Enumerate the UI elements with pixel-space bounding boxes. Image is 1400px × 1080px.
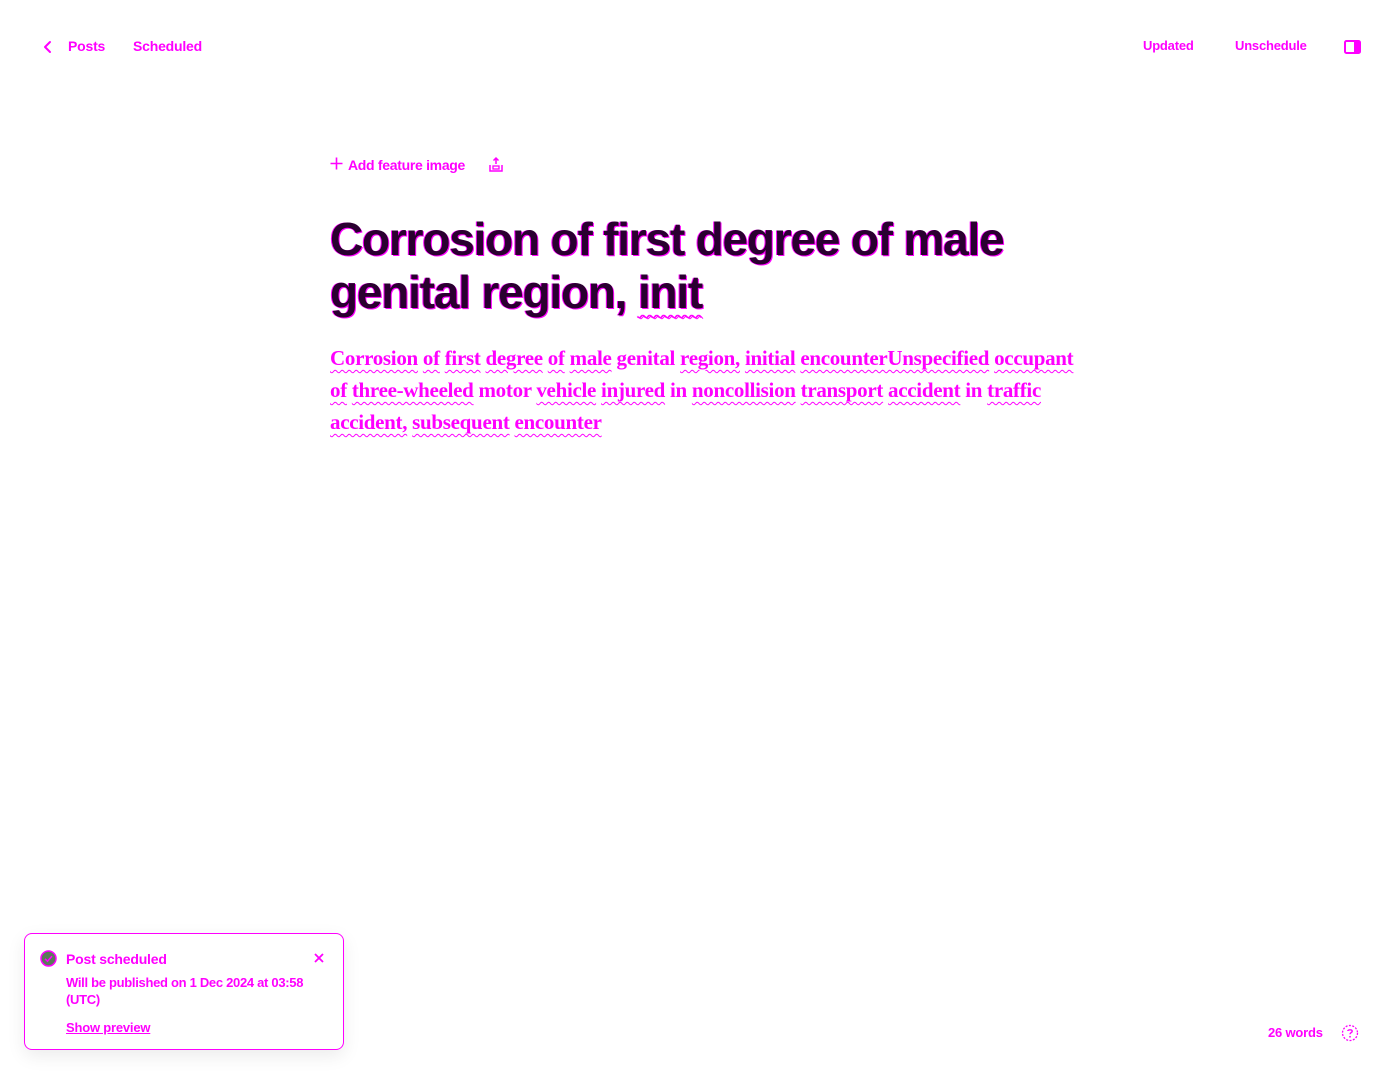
notification-toast: Post scheduled Will be published on 1 De… [24, 933, 344, 1050]
add-feature-image-button[interactable]: Add feature image [330, 157, 465, 173]
sidebar-panel-icon[interactable] [1343, 38, 1363, 56]
misspelled-word: of [330, 378, 347, 402]
body-text-fragment: genital [611, 346, 681, 370]
back-label[interactable]: Posts [68, 38, 105, 54]
show-preview-link[interactable]: Show preview [66, 1020, 150, 1035]
help-circle-icon[interactable] [1341, 1024, 1359, 1042]
body-text-fragment: in [665, 378, 692, 402]
editor-header: Posts Scheduled Updated Unschedule [0, 0, 1400, 94]
misspelled-word: encounter [514, 410, 602, 434]
misspelled-word: first [444, 346, 481, 370]
misspelled-word: encounterUnspecified [800, 346, 990, 370]
misspelled-word: Corrosion [330, 346, 418, 370]
feature-image-row: Add feature image [330, 154, 505, 176]
misspelled-word: vehicle [536, 378, 597, 402]
misspelled-word: of [547, 346, 565, 370]
plus-icon [330, 157, 343, 173]
post-title[interactable]: Corrosion of first degree of male genita… [330, 213, 1090, 319]
unschedule-button[interactable]: Unschedule [1235, 38, 1307, 53]
misspelled-word: injured [601, 378, 666, 402]
check-circle-icon [40, 950, 57, 967]
snippet-icon[interactable] [487, 156, 505, 174]
post-status: Scheduled [133, 38, 202, 54]
misspelled-word: male [569, 346, 612, 370]
misspelled-word: three-wheeled [351, 378, 474, 402]
updated-label: Updated [1143, 38, 1194, 53]
word-count: 26 words [1268, 1025, 1323, 1040]
body-text-fragment: motor [473, 378, 537, 402]
misspelled-word: transport [800, 378, 884, 402]
misspelled-word: initial [744, 346, 796, 370]
close-icon[interactable] [312, 951, 326, 965]
toast-message: Will be published on 1 Dec 2024 at 03:58… [66, 975, 304, 1007]
misspelled-word: occupant [994, 346, 1074, 370]
misspelled-word: subsequent [412, 410, 510, 434]
post-body[interactable]: Corrosion of first degree of male genita… [330, 342, 1090, 438]
misspelled-word: degree [485, 346, 544, 370]
misspelled-word: noncollision [691, 378, 796, 402]
body-text-fragment: in [960, 378, 988, 402]
post-title-misspelled: init [637, 266, 703, 318]
misspelled-word: accident, [330, 410, 408, 434]
misspelled-word: of [422, 346, 440, 370]
toast-title: Post scheduled [66, 951, 167, 967]
misspelled-word: region, [680, 346, 740, 370]
add-feature-image-label: Add feature image [348, 157, 466, 173]
misspelled-word: accident [888, 378, 961, 402]
misspelled-word: traffic [987, 378, 1041, 402]
chevron-left-icon [40, 36, 54, 58]
back-button[interactable] [40, 36, 54, 58]
